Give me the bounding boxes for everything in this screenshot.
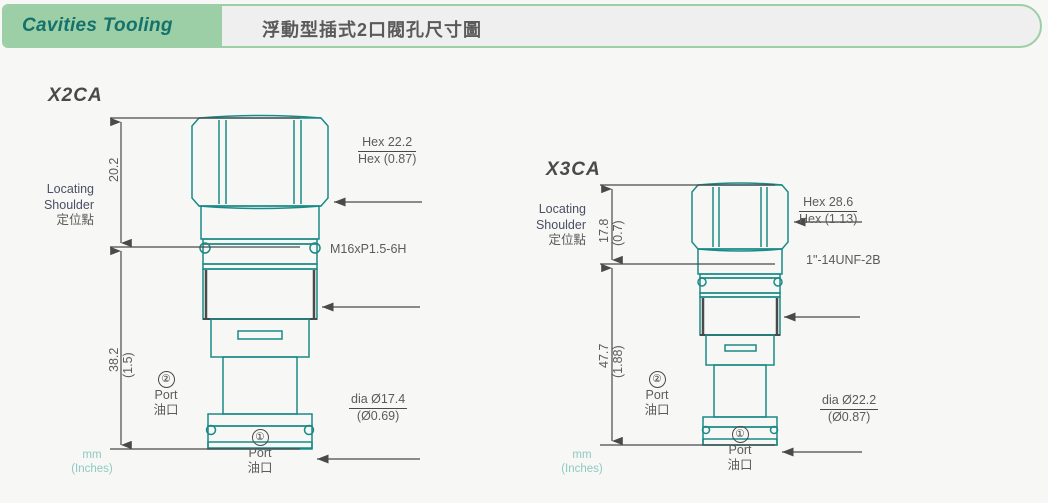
x3ca-port2-number: ② xyxy=(648,371,666,388)
x3ca-dim-lower-mm: 47.7 xyxy=(597,343,611,368)
x2ca-port1-number: ① xyxy=(251,429,269,446)
x3ca-dia-mm: dia Ø22.2 xyxy=(820,393,879,410)
x2ca-dim-upper-mm: 20.2 xyxy=(107,157,121,182)
category-pill: Cavities Tooling xyxy=(4,6,222,46)
x2ca-dim-lower-in: (1.5) xyxy=(121,352,135,378)
x3ca-port2-cn: 油口 xyxy=(644,403,670,417)
x3ca-units-legend: mm (Inches) xyxy=(552,448,612,477)
x3ca-port1-text: Port xyxy=(728,443,752,457)
x3ca-locating-shoulder-label: Locating Shoulder 定位點 xyxy=(508,202,586,249)
x2ca-hex-callout: Hex 22.2 Hex (0.87) xyxy=(358,135,417,167)
x3ca-dim-upper-mm: 17.8 xyxy=(597,218,611,243)
page-header-bar: Cavities Tooling 浮動型插式2口閥孔尺寸圖 xyxy=(2,4,1042,48)
x3ca-dim-upper-in: (0.7) xyxy=(611,220,625,246)
cavity-drawings xyxy=(110,114,862,464)
x3ca-port2-text: Port xyxy=(645,388,669,402)
x2ca-port2-cn: 油口 xyxy=(153,403,179,417)
technical-drawing-page: Cavities Tooling 浮動型插式2口閥孔尺寸圖 X2CA Locat… xyxy=(0,0,1048,503)
x3ca-valve-body xyxy=(691,182,789,446)
x3ca-shoulder-cn: 定位點 xyxy=(548,233,586,248)
x2ca-shoulder-line2: Shoulder xyxy=(43,197,94,212)
x2ca-shoulder-cn: 定位點 xyxy=(56,213,94,228)
x3ca-dimension-lines xyxy=(600,184,775,446)
x2ca-units-inches: (Inches) xyxy=(71,463,113,476)
x2ca-port1-cn: 油口 xyxy=(247,461,273,475)
x3ca-port2-label: ② Port 油口 xyxy=(633,371,681,418)
x3ca-units-inches: (Inches) xyxy=(561,463,603,476)
x2ca-port2-label: ② Port 油口 xyxy=(142,371,190,418)
x2ca-units-mm: mm xyxy=(82,449,102,461)
x2ca-dia-mm: dia Ø17.4 xyxy=(349,392,408,409)
x3ca-units-mm: mm xyxy=(572,449,592,461)
x3ca-hex-mm: Hex 28.6 xyxy=(799,195,858,212)
x3ca-shoulder-line2: Shoulder xyxy=(535,217,586,232)
x3ca-port1-label: ① Port 油口 xyxy=(716,426,764,473)
x2ca-units-legend: mm (Inches) xyxy=(62,448,122,477)
x3ca-dim-lower-in: (1.88) xyxy=(611,345,625,378)
x3ca-port1-number: ① xyxy=(731,426,749,443)
x2ca-part-title: X2CA xyxy=(48,85,103,106)
x2ca-port1-label: ① Port 油口 xyxy=(236,429,284,476)
x2ca-locating-shoulder-label: Locating Shoulder 定位點 xyxy=(16,182,94,229)
x3ca-dia-callout: dia Ø22.2 (Ø0.87) xyxy=(820,393,879,425)
x2ca-hex-mm: Hex 22.2 xyxy=(358,135,417,152)
x2ca-shoulder-line1: Locating xyxy=(46,182,94,196)
x2ca-port2-text: Port xyxy=(154,388,178,402)
x3ca-port1-cn: 油口 xyxy=(727,458,753,472)
x2ca-port1-text: Port xyxy=(248,446,272,460)
category-pill-label: Cavities Tooling xyxy=(22,15,173,36)
header-subtitle: 浮動型插式2口閥孔尺寸圖 xyxy=(262,20,483,40)
x3ca-thread-callout: 1"-14UNF-2B xyxy=(806,253,881,267)
x2ca-valve-body xyxy=(191,114,329,450)
x2ca-port2-number: ② xyxy=(157,371,175,388)
x3ca-dia-in: (Ø0.87) xyxy=(827,409,871,424)
x3ca-shoulder-line1: Locating xyxy=(538,202,586,216)
x3ca-part-title: X3CA xyxy=(546,159,601,180)
x2ca-thread-callout: M16xP1.5-6H xyxy=(330,242,407,256)
x2ca-dia-in: (Ø0.69) xyxy=(356,408,400,423)
x2ca-dia-callout: dia Ø17.4 (Ø0.69) xyxy=(349,392,408,424)
x2ca-hex-in: Hex (0.87) xyxy=(358,151,417,166)
x3ca-hex-in: Hex (1.13) xyxy=(799,211,858,226)
x3ca-hex-callout: Hex 28.6 Hex (1.13) xyxy=(799,195,858,227)
x2ca-dim-lower-mm: 38.2 xyxy=(107,347,121,372)
